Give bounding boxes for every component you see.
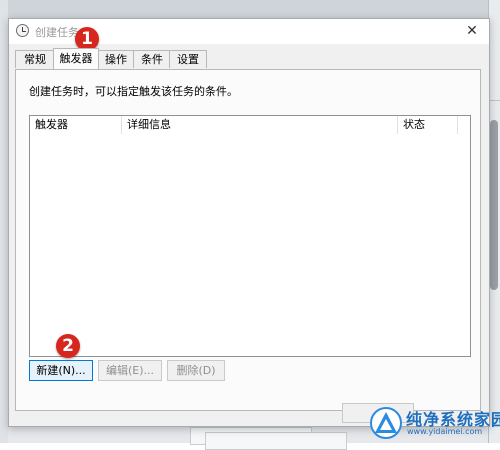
trigger-list[interactable]: 触发器 详细信息 状态 bbox=[29, 115, 471, 357]
tab-settings[interactable]: 设置 bbox=[169, 50, 207, 68]
watermark: 纯净系统家园 www.yidaimei.com bbox=[370, 405, 500, 441]
window-title: 创建任务 bbox=[35, 26, 79, 39]
background-scrollbar[interactable] bbox=[490, 120, 498, 290]
create-task-dialog: 创建任务 ✕ 常规 触发器 操作 条件 设置 创建任务时，可以指定触发该任务的条… bbox=[8, 18, 490, 427]
close-button[interactable]: ✕ bbox=[461, 21, 483, 41]
background-cell bbox=[205, 432, 347, 450]
triggers-panel: 创建任务时，可以指定触发该任务的条件。 触发器 详细信息 状态 新建(N)...… bbox=[15, 69, 481, 411]
panel-description: 创建任务时，可以指定触发该任务的条件。 bbox=[29, 85, 238, 98]
new-button[interactable]: 新建(N)... bbox=[29, 360, 93, 381]
column-header-status[interactable]: 状态 bbox=[398, 116, 458, 134]
tab-general[interactable]: 常规 bbox=[15, 50, 55, 68]
tab-triggers[interactable]: 触发器 bbox=[53, 48, 99, 69]
edit-button[interactable]: 编辑(E)... bbox=[98, 360, 162, 381]
step-2-badge: 2 bbox=[56, 334, 80, 358]
tab-actions[interactable]: 操作 bbox=[97, 50, 135, 68]
column-header-trigger[interactable]: 触发器 bbox=[30, 116, 122, 134]
tab-conditions[interactable]: 条件 bbox=[133, 50, 171, 68]
clock-icon bbox=[16, 24, 29, 37]
watermark-logo-icon bbox=[370, 407, 402, 439]
delete-button[interactable]: 删除(D) bbox=[167, 360, 225, 381]
watermark-url: www.yidaimei.com bbox=[407, 427, 483, 436]
list-header: 触发器 详细信息 状态 bbox=[30, 116, 470, 134]
background-divider bbox=[489, 100, 500, 101]
column-header-details[interactable]: 详细信息 bbox=[122, 116, 398, 134]
background-window-left bbox=[0, 0, 8, 443]
